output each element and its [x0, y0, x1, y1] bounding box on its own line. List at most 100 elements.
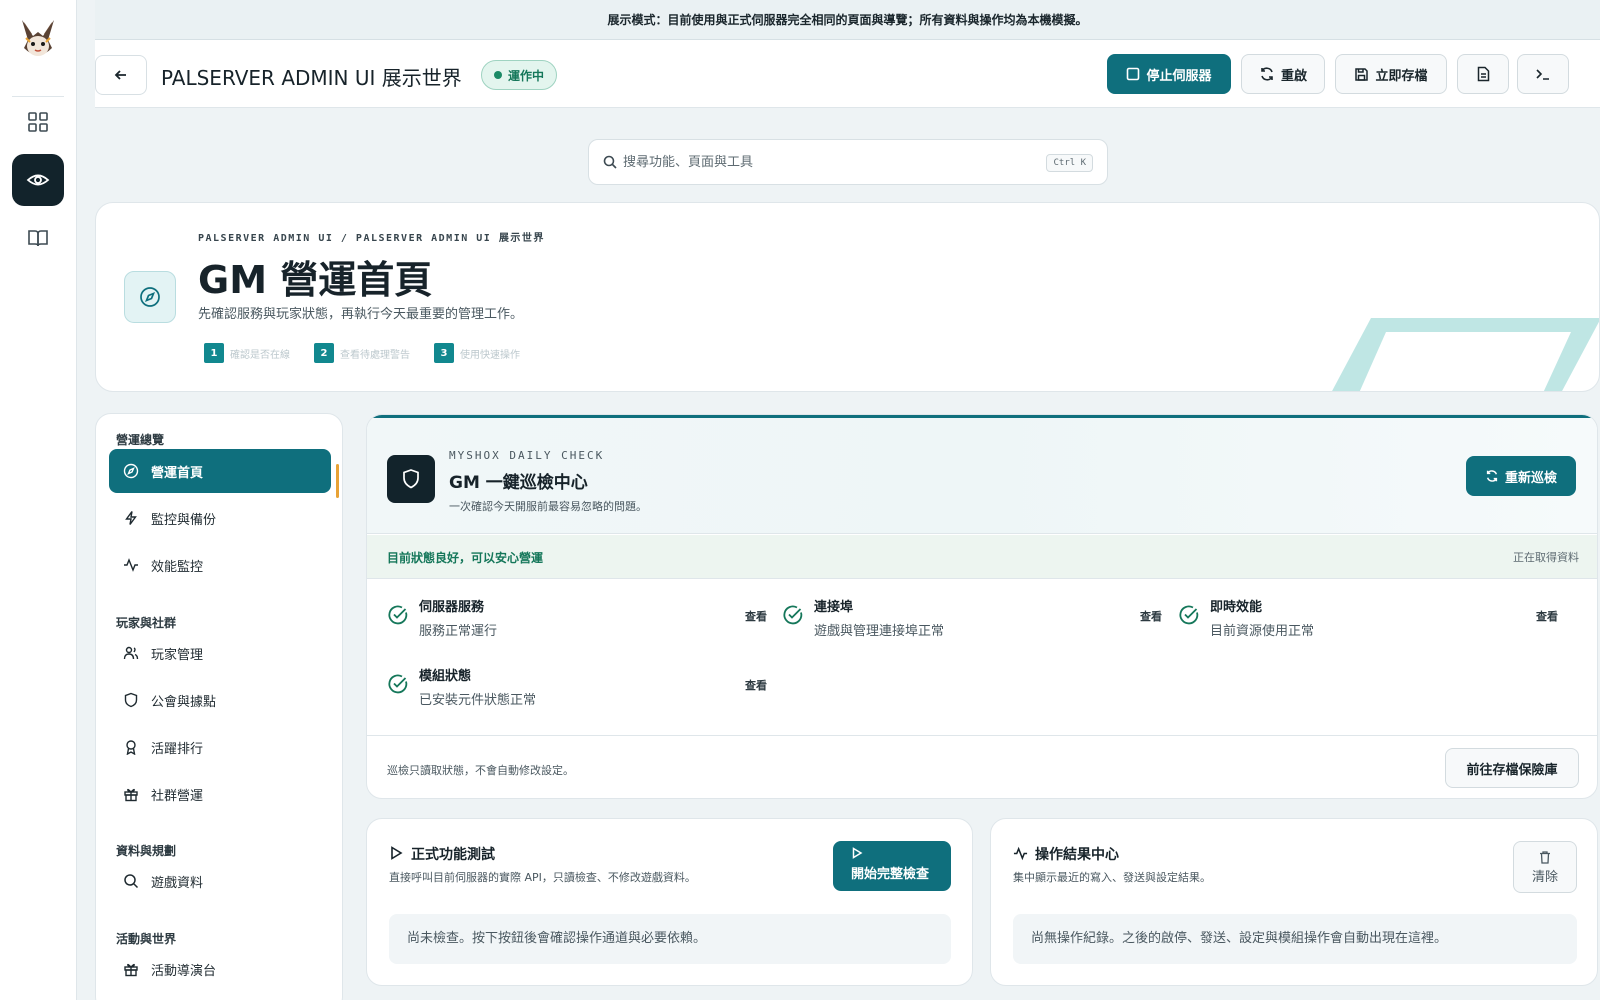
award-icon: [126, 740, 136, 755]
top-bar: PALSERVER ADMIN UI 展示世界 運作中 停止伺服器 重啟 立即存…: [95, 40, 1600, 108]
sidebar-item-monitor-backup[interactable]: 監控與備份: [109, 496, 331, 540]
recheck-label: 重新巡檢: [1504, 470, 1557, 486]
sidebar-group-overview: 營運總覽: [116, 433, 165, 447]
view-link[interactable]: 查看: [1536, 608, 1558, 624]
section-sidebar: 營運總覽 營運首頁 監控與備份 效能監控 玩家與社群 玩家管理 公會與據點 活躍…: [95, 413, 343, 1000]
global-search[interactable]: Ctrl K: [588, 139, 1108, 185]
refresh-icon: [1261, 67, 1273, 81]
demo-mode-notice: 展示模式：目前使用與正式伺服器完全相同的頁面與導覽；所有資料與操作均為本機模擬。: [95, 0, 1600, 40]
sidebar-group-players: 玩家與社群: [116, 616, 177, 630]
daily-check-footer: 巡檢只讀取狀態，不會自動修改設定。 前往存檔保險庫: [367, 735, 1597, 798]
check-item-desc: 服務正常運行: [419, 624, 498, 639]
check-circle-icon: [388, 605, 408, 625]
clear-button[interactable]: 清除: [1513, 841, 1577, 893]
sidebar-item-label: 社群營運: [151, 788, 204, 804]
refresh-icon: [1486, 470, 1498, 482]
server-title: PALSERVER ADMIN UI 展示世界: [161, 66, 462, 90]
daily-check-eyebrow: MYSHOX DAILY CHECK: [449, 449, 605, 462]
search-icon: [124, 874, 139, 889]
result-center-empty-state: 尚無操作紀錄。之後的啟停、發送、設定與模組操作會自動出現在這裡。: [1013, 914, 1577, 964]
step-item: 3 使用快速操作: [434, 343, 520, 363]
square-icon: [1127, 67, 1140, 81]
pulse-icon: [124, 558, 138, 572]
check-item-desc: 目前資源使用正常: [1210, 624, 1315, 639]
status-badge: 運作中: [481, 60, 558, 90]
arrow-left-icon: [114, 70, 126, 80]
check-item-server-service: 伺服器服務 服務正常運行 查看: [387, 596, 767, 648]
check-circle-icon: [388, 674, 408, 694]
shield-icon: [387, 455, 435, 503]
start-full-check-label: 開始完整檢查: [851, 867, 930, 882]
sidebar-item-players[interactable]: 玩家管理: [109, 631, 331, 675]
sidebar-item-ops-home[interactable]: 營運首頁: [109, 449, 331, 493]
function-test-subtitle: 直接呼叫目前伺服器的實際 API，只讀檢查、不修改遊戲資料。: [389, 871, 696, 884]
sidebar-item-community[interactable]: 社群營運: [109, 772, 331, 816]
console-button[interactable]: [1517, 54, 1569, 94]
function-test-title: 正式功能測試: [411, 847, 495, 863]
logs-button[interactable]: [1457, 54, 1509, 94]
daily-check-header: MYSHOX DAILY CHECK GM 一鍵巡檢中心 一次確認今天開服前最容…: [367, 418, 1597, 534]
view-link[interactable]: 查看: [1140, 608, 1162, 624]
save-now-label: 立即存檔: [1375, 68, 1428, 84]
sidebar-group-data: 資料與規劃: [116, 844, 177, 858]
search-input[interactable]: [623, 140, 1023, 184]
save-now-button[interactable]: 立即存檔: [1335, 54, 1447, 94]
trash-icon: [1540, 850, 1550, 864]
fetching-text: 正在取得資料: [1513, 551, 1579, 564]
grid-icon[interactable]: [12, 96, 64, 148]
stop-server-label: 停止伺服器: [1146, 68, 1212, 84]
view-link[interactable]: 查看: [745, 677, 767, 693]
terminal-icon: [1536, 69, 1549, 80]
daily-check-subtitle: 一次確認今天開服前最容易忽略的問題。: [449, 500, 647, 513]
active-indicator: [336, 464, 339, 498]
page-subtitle: 先確認服務與玩家狀態，再執行今天最重要的管理工作。: [198, 307, 524, 322]
check-item-name: 模組狀態: [419, 669, 472, 684]
breadcrumb: PALSERVER ADMIN UI / PALSERVER ADMIN UI …: [198, 233, 545, 244]
stop-server-button[interactable]: 停止伺服器: [1107, 54, 1231, 94]
recheck-button[interactable]: 重新巡檢: [1466, 456, 1576, 496]
sidebar-item-guilds[interactable]: 公會與據點: [109, 678, 331, 722]
step-item: 2 查看待處理警告: [314, 343, 410, 363]
function-test-empty-state: 尚未檢查。按下按鈕後會確認操作通道與必要依賴。: [389, 914, 951, 964]
page-title: GM 營運首頁: [198, 258, 433, 302]
eye-icon[interactable]: [12, 154, 64, 206]
step-item: 1 確認是否在線: [204, 343, 290, 363]
pulse-icon: [1013, 846, 1028, 861]
decorative-parallelogram: [1332, 318, 1599, 391]
app-logo[interactable]: [18, 18, 58, 62]
step-number: 1: [204, 343, 224, 363]
sidebar-item-event-director[interactable]: 活動導演台: [109, 947, 331, 991]
daily-check-card: MYSHOX DAILY CHECK GM 一鍵巡檢中心 一次確認今天開服前最容…: [366, 414, 1598, 799]
check-item-name: 即時效能: [1210, 600, 1263, 615]
restart-button[interactable]: 重啟: [1241, 54, 1325, 94]
play-icon: [391, 846, 403, 860]
step-number: 2: [314, 343, 334, 363]
icon-rail: [0, 0, 77, 1000]
sidebar-item-label: 遊戲資料: [151, 875, 204, 891]
daily-check-title: GM 一鍵巡檢中心: [449, 473, 588, 493]
sidebar-item-game-data[interactable]: 遊戲資料: [109, 859, 331, 903]
back-button[interactable]: [95, 55, 147, 95]
check-circle-icon: [1179, 605, 1199, 625]
sidebar-item-label: 效能監控: [151, 559, 204, 575]
start-full-check-button[interactable]: 開始完整檢查: [833, 841, 951, 891]
sidebar-item-ranking[interactable]: 活躍排行: [109, 725, 331, 769]
bolt-icon: [125, 511, 137, 525]
save-vault-button[interactable]: 前往存檔保險庫: [1445, 748, 1579, 788]
sidebar-item-label: 玩家管理: [151, 647, 204, 663]
result-center-title: 操作結果中心: [1035, 847, 1119, 863]
clear-label: 清除: [1531, 869, 1558, 885]
save-icon: [1355, 67, 1369, 81]
gift-icon: [124, 963, 138, 977]
book-icon[interactable]: [12, 212, 64, 264]
sidebar-item-performance[interactable]: 效能監控: [109, 543, 331, 587]
step-label: 使用快速操作: [460, 349, 520, 361]
restart-label: 重啟: [1280, 68, 1307, 84]
status-ok-text: 目前狀態良好，可以安心營運: [387, 551, 544, 565]
view-link[interactable]: 查看: [745, 608, 767, 624]
check-item-name: 連接埠: [814, 600, 854, 615]
result-center-subtitle: 集中顯示最近的寫入、發送與設定結果。: [1013, 871, 1211, 884]
check-item-desc: 已安裝元件狀態正常: [419, 693, 537, 708]
step-number: 3: [434, 343, 454, 363]
sidebar-item-label: 公會與據點: [151, 694, 217, 710]
